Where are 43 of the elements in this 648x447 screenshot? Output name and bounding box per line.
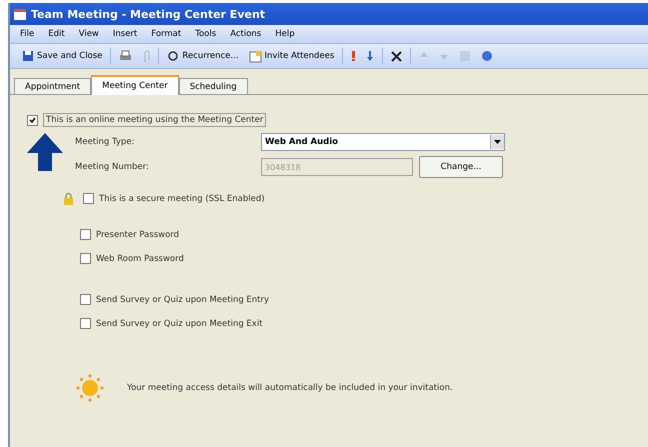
checkbox-label: This is a secure meeting (SSL Enabled) — [99, 194, 265, 204]
up-arrow-icon — [27, 133, 63, 171]
checkbox[interactable] — [80, 229, 91, 240]
checkbox-label: This is an online meeting using the Meeting Center — [43, 113, 266, 127]
padlock-icon — [63, 192, 74, 205]
checkbox[interactable] — [83, 193, 94, 204]
checkbox-label: Presenter Password — [96, 230, 180, 240]
paperclip-icon — [142, 50, 150, 62]
menu-item[interactable]: File — [20, 29, 34, 39]
exclamation-icon — [351, 50, 356, 62]
field-label: Meeting Type: — [75, 137, 136, 147]
tab[interactable]: Appointment — [14, 78, 92, 94]
checkbox-label: Send Survey or Quiz upon Meeting Exit — [96, 318, 263, 328]
toolbar-button[interactable]: Recurrence... — [165, 49, 241, 63]
help-icon — [481, 50, 494, 62]
checkbox[interactable] — [80, 253, 91, 264]
menu-item[interactable]: View — [78, 29, 99, 39]
field-label: Meeting Number: — [75, 162, 150, 172]
dropdown-caret-icon — [494, 140, 501, 144]
info-text: Your meeting access details will automatically be included in your invitation. — [127, 383, 453, 393]
menu-item[interactable]: Actions — [230, 29, 262, 39]
printer-icon — [119, 50, 132, 62]
menu-item[interactable]: Tools — [195, 29, 216, 39]
tab[interactable]: Meeting Center — [91, 75, 179, 95]
toolbar-button[interactable] — [389, 50, 404, 62]
calendar-icon — [14, 8, 26, 20]
down-arrow-icon — [366, 50, 374, 62]
toolbar-button[interactable]: Invite Attendees — [246, 48, 336, 64]
menu-item[interactable]: Help — [275, 29, 295, 39]
checkbox-label: Web Room Password — [96, 254, 184, 264]
window-title-text: Team Meeting - Meeting Center Event — [31, 8, 266, 20]
tab[interactable]: Scheduling — [178, 78, 248, 94]
checkbox-label: Send Survey or Quiz upon Meeting Entry — [96, 294, 270, 304]
menu-item[interactable]: Edit — [48, 29, 65, 39]
checkbox[interactable] — [27, 114, 38, 126]
checkbox[interactable] — [80, 318, 91, 329]
sun-icon — [75, 373, 105, 403]
menu-item[interactable]: Format — [151, 29, 182, 39]
close-icon — [391, 50, 402, 62]
menu-item[interactable]: Insert — [112, 29, 138, 39]
checkbox[interactable] — [80, 294, 91, 305]
meeting-type-dropdown[interactable]: Web And Audio — [261, 133, 505, 151]
toolbar-button[interactable]: Save and Close — [20, 49, 104, 63]
